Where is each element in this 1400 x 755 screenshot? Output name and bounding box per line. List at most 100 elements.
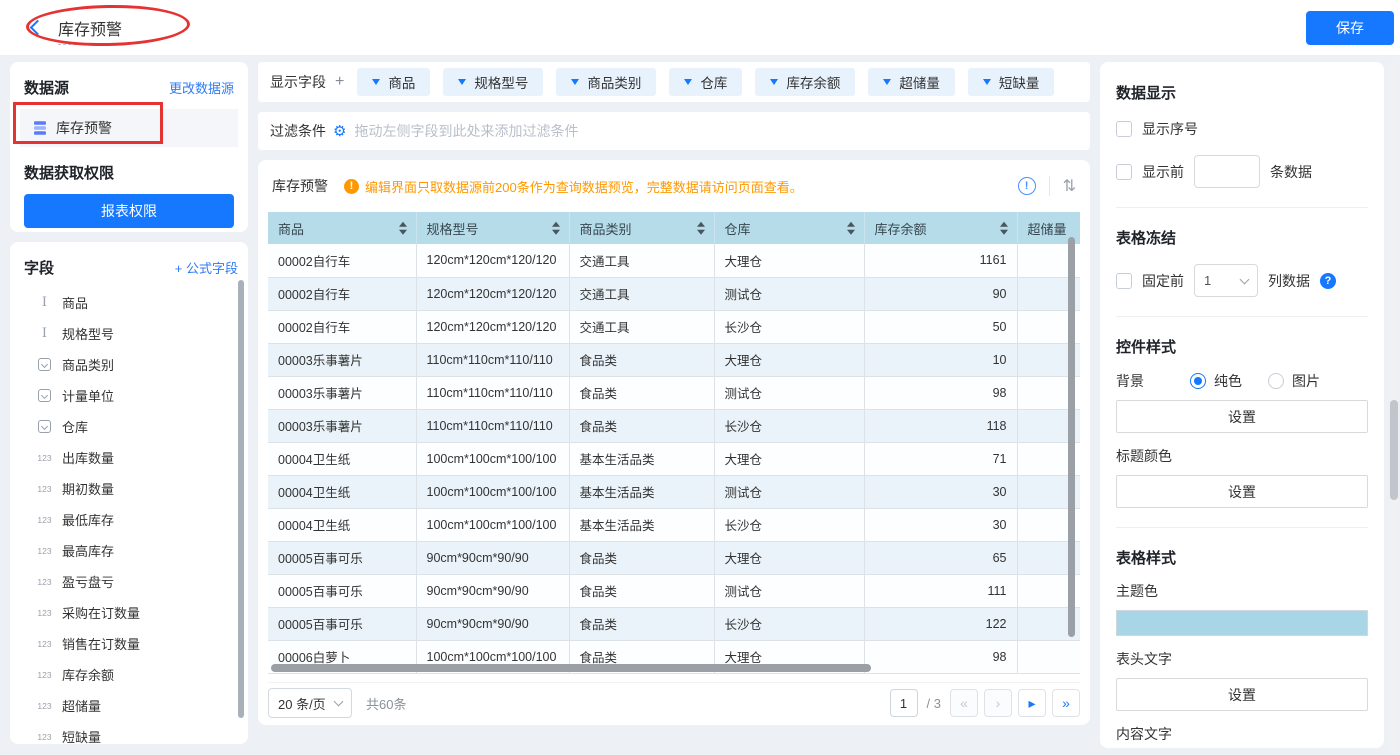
sort-icon[interactable] [1000,222,1008,235]
info-icon[interactable]: ! [1018,177,1036,195]
table-vertical-scrollbar[interactable] [1068,237,1075,637]
field-item[interactable]: 商品类别 [24,349,238,380]
field-item[interactable]: 仓库 [24,411,238,442]
display-field-chip[interactable]: 库存余额 [755,68,855,96]
background-label: 背景 [1116,371,1190,391]
table-cell: 长沙仓 [714,310,864,343]
sort-icon[interactable] [697,222,705,235]
panel-scrollbar-thumb[interactable] [1390,400,1398,500]
chevron-down-icon [571,79,579,85]
table-header-row: 商品 规格型号 商品类别 仓库 库存余额 超储量 [268,212,1080,244]
image-label: 图片 [1292,371,1320,391]
sort-icon[interactable] [847,222,855,235]
table-cell: 长沙仓 [714,508,864,541]
table-row: 00002自行车120cm*120cm*120/120交通工具长沙仓50 [268,310,1080,343]
display-fields-label: 显示字段 [270,72,326,92]
table-horizontal-scrollbar[interactable] [271,664,871,672]
field-item[interactable]: 123 盈亏盘亏 [24,566,238,597]
display-field-chip[interactable]: 短缺量 [968,68,1055,96]
help-icon[interactable]: ? [1320,273,1336,289]
report-permission-button[interactable]: 报表权限 [24,194,234,228]
field-item[interactable]: 123 采购在订数量 [24,597,238,628]
display-field-chip[interactable]: 商品 [357,68,430,96]
fields-scrollbar[interactable] [238,280,244,718]
change-datasource-link[interactable]: 更改数据源 [169,78,234,97]
table-cell: 食品类 [569,574,714,607]
gear-icon[interactable]: ⚙ [333,122,346,140]
field-item[interactable]: 123 最低库存 [24,504,238,535]
field-item[interactable]: 123 最高库存 [24,535,238,566]
preview-table-card: 库存预警 ! 编辑界面只取数据源前200条作为查询数据预览，完整数据请访问页面查… [258,160,1090,725]
text-field-icon: I [36,295,53,310]
show-first-count-input[interactable] [1194,155,1260,188]
field-item[interactable]: 123 短缺量 [24,721,238,744]
freeze-columns-checkbox[interactable] [1116,273,1132,289]
background-set-button[interactable]: 设置 [1116,400,1368,433]
prev-page-button[interactable]: ›​ [984,689,1012,717]
table-cell: 测试仓 [714,376,864,409]
freeze-count-select[interactable]: 1 [1194,264,1258,297]
first-page-button[interactable]: « [950,689,978,717]
table-cell: 122 [864,607,1017,640]
widget-style-title: 控件样式 [1116,336,1368,357]
solid-color-label: 纯色 [1214,371,1242,391]
freeze-label: 固定前 [1142,271,1184,291]
table-cell: 食品类 [569,409,714,442]
table-cell: 00003乐事薯片 [268,343,416,376]
last-page-button[interactable]: » [1052,689,1080,717]
table-cell: 基本生活品类 [569,508,714,541]
field-item[interactable]: 123 库存余额 [24,659,238,690]
field-item[interactable]: I 规格型号 [24,318,238,349]
table-cell: 110cm*110cm*110/110 [416,409,569,442]
field-item[interactable]: 123 销售在订数量 [24,628,238,659]
table-cell: 测试仓 [714,475,864,508]
table-style-title: 表格样式 [1116,547,1368,568]
table-column-header[interactable]: 库存余额 [864,212,1017,244]
field-item[interactable]: 123 出库数量 [24,442,238,473]
sort-icon[interactable] [399,222,407,235]
table-row: 00002自行车120cm*120cm*120/120交通工具大理仓1161 [268,244,1080,277]
display-field-chip[interactable]: 超储量 [868,68,955,96]
solid-color-radio[interactable] [1190,373,1206,389]
table-freeze-title: 表格冻结 [1116,227,1368,248]
add-display-field-button[interactable]: + [335,73,344,91]
table-title: 库存预警 [272,176,328,196]
datasource-item[interactable]: 库存预警 [20,109,238,147]
chevron-down-icon [458,79,466,85]
page-size-select[interactable]: 20 条/页 [268,688,352,718]
back-icon[interactable] [30,20,46,36]
filter-label: 过滤条件 [270,121,326,141]
field-item[interactable]: 123 期初数量 [24,473,238,504]
header-text-set-button[interactable]: 设置 [1116,678,1368,711]
display-field-chip[interactable]: 规格型号 [443,68,543,96]
add-formula-field-link[interactable]: + 公式字段 [175,258,238,277]
title-color-set-button[interactable]: 设置 [1116,475,1368,508]
show-index-checkbox[interactable] [1116,121,1132,137]
sort-icon[interactable] [552,222,560,235]
field-item[interactable]: I 商品 [24,287,238,318]
save-button[interactable]: 保存 [1306,11,1394,45]
table-row: 00002自行车120cm*120cm*120/120交通工具测试仓90 [268,277,1080,310]
display-field-chip[interactable]: 商品类别 [556,68,656,96]
fields-section-title: 字段 [24,257,54,278]
field-item[interactable]: 123 超储量 [24,690,238,721]
table-column-header[interactable]: 仓库 [714,212,864,244]
field-item[interactable]: 计量单位 [24,380,238,411]
table-cell [1017,640,1080,673]
table-column-header[interactable]: 规格型号 [416,212,569,244]
table-cell: 00005百事可乐 [268,541,416,574]
image-radio[interactable] [1268,373,1284,389]
table-column-header[interactable]: 商品类别 [569,212,714,244]
table-column-header[interactable]: 商品 [268,212,416,244]
sort-order-icon[interactable]: ⇅ [1063,176,1076,196]
display-field-chip[interactable]: 仓库 [669,68,742,96]
freeze-suffix: 列数据 [1268,271,1310,291]
number-field-icon: 123 [36,453,53,463]
theme-color-swatch[interactable] [1116,610,1368,636]
show-first-checkbox[interactable] [1116,164,1132,180]
permission-section-title: 数据获取权限 [24,162,234,183]
next-page-button[interactable]: ▸ [1018,689,1046,717]
warning-icon: ! [344,179,359,194]
filter-bar[interactable]: 过滤条件 ⚙ 拖动左侧字段到此处来添加过滤条件 [258,112,1090,150]
page-number-input[interactable]: 1 [890,689,918,717]
